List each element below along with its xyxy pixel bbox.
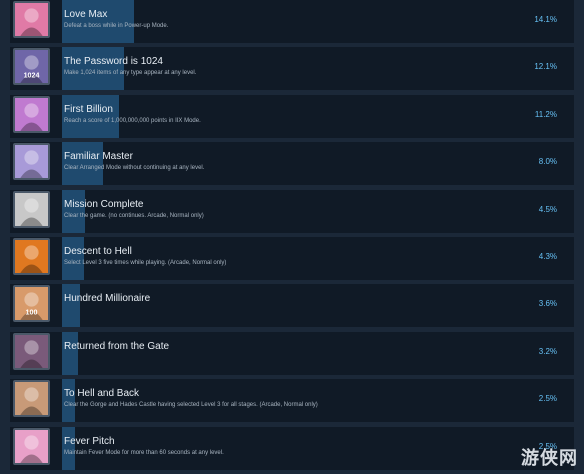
achievement-row[interactable]: First Billion Reach a score of 1,000,000,… [10,94,574,138]
progress-bar-fill [62,94,120,138]
achievement-title: Fever Pitch [64,435,115,447]
progress-bar-fill [62,379,75,423]
achievement-description: Clear Arranged Mode without continuing a… [64,165,205,172]
watermark: 游侠网 [521,448,578,469]
unlock-percentage: 3.2% [538,346,557,356]
progress-bar-fill [62,331,79,375]
achievement-title: Love Max [64,9,108,20]
password-icon: 1024 [13,48,50,86]
achievement-title: First Billion [64,103,113,115]
progress-bar-fill [62,284,81,328]
achievement-row[interactable]: Love Max Defeat a boss while in Power-up … [10,0,574,43]
unlock-percentage: 3.6% [538,299,557,309]
progress-track [62,237,572,280]
progress-track [62,0,572,43]
unlock-percentage: 14.1% [534,15,557,24]
familiar-master-icon [13,143,50,181]
achievement-description: Select Level 3 five times while playing.… [64,260,227,266]
achievement-list: Love Max Defeat a boss while in Power-up … [0,0,584,474]
achievement-title: Descent to Hell [64,246,132,257]
achievement-title: To Hell and Back [64,388,140,400]
first-billion-icon [13,95,50,133]
progress-bar-fill [62,0,134,43]
to-hell-and-back-icon [13,380,50,418]
achievement-title: Returned from the Gate [64,340,170,352]
achievement-row[interactable]: Mission Complete Clear the game. (no cont… [10,189,574,233]
svg-text:100: 100 [26,309,38,317]
achievement-description: Clear the game. (no continues. Arcade, N… [64,212,204,219]
achievement-description: Maintain Fever Mode for more than 60 sec… [64,449,224,456]
progress-track [62,189,572,233]
descent-to-hell-icon [13,238,50,275]
progress-bar-fill [62,189,85,233]
unlock-percentage: 12.1% [534,62,557,72]
progress-track [62,47,572,91]
mission-complete-icon [13,190,50,228]
progress-bar-fill [62,426,75,470]
achievement-row[interactable]: Descent to Hell Select Level 3 five times… [10,237,574,280]
unlock-percentage: 8.0% [538,157,557,167]
progress-track [62,379,572,423]
achievement-description: Make 1,024 items of any type appear at a… [64,70,197,77]
achievement-title: The Password is 1024 [64,56,163,68]
progress-bar-fill [62,47,124,91]
progress-track [62,142,572,186]
achievement-description: Clear the Gorge and Hades Castle having … [64,402,318,409]
achievement-row[interactable]: 100 Hundred Millionaire 3.6% [10,284,574,328]
fever-pitch-icon [13,427,50,465]
achievement-title: Mission Complete [64,198,144,210]
progress-bar-fill [62,142,103,186]
achievement-row[interactable]: To Hell and Back Clear the Gorge and Hade… [10,379,574,423]
progress-track [62,94,572,138]
unlock-percentage: 4.3% [538,252,557,261]
unlock-percentage: 11.2% [534,109,557,119]
achievement-row[interactable]: Fever Pitch Maintain Fever Mode for more … [10,426,574,470]
hundred-millionaire-icon: 100 [13,285,50,323]
achievement-description: Defeat a boss while in Power-up Mode. [64,23,169,29]
returned-from-gate-icon [13,332,50,370]
progress-track [62,331,572,375]
unlock-percentage: 2.5% [538,394,557,404]
svg-text:1024: 1024 [24,72,40,80]
achievement-row[interactable]: Returned from the Gate 3.2% [10,331,574,375]
achievement-row[interactable]: Familiar Master Clear Arranged Mode witho… [10,142,574,186]
achievement-description: Reach a score of 1,000,000,000 points in… [64,117,201,124]
achievement-title: Hundred Millionaire [64,293,151,305]
progress-track [62,426,572,470]
progress-bar-fill [62,237,84,280]
unlock-percentage: 4.5% [538,204,557,214]
love-max-icon [13,1,50,38]
achievement-row[interactable]: 1024 The Password is 1024 Make 1,024 items… [10,47,574,91]
progress-track [62,284,572,328]
achievement-title: Familiar Master [64,151,133,163]
